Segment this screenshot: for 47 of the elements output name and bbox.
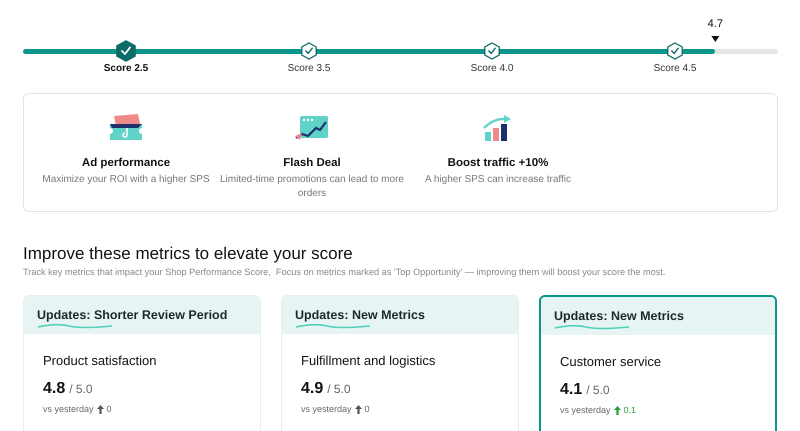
current-score: 4.7 <box>708 18 723 30</box>
squiggle-underline-icon <box>37 323 113 329</box>
metric-score: 4.1 <box>560 381 582 399</box>
metric-name: Fulfillment and logistics <box>301 353 436 368</box>
milestone-label: Score 4.5 <box>654 63 696 74</box>
metric-card[interactable]: Updates: New Metrics Customer service 4.1 / 5.0 vs yesterday 0.1 <box>539 295 777 431</box>
metric-score: 4.9 <box>301 380 324 398</box>
up-arrow-icon <box>354 404 362 414</box>
pointer-icon <box>711 36 720 42</box>
benefit-description: Limited-time promotions can lead to more orders <box>219 173 405 200</box>
score-max: / 5.0 <box>69 382 93 396</box>
milestone-label: Score 4.0 <box>470 63 514 74</box>
benefit-title: Flash Deal <box>283 157 341 169</box>
metric-card[interactable]: Updates: Shorter Review Period Product satisfaction 4.8 / 5.0 vs yesterday 0 <box>23 295 261 431</box>
update-title: Updates: New Metrics <box>554 309 685 323</box>
section-subtitle: Track key metrics that impact your Shop Performance Score, Focus on metrics marked as 'Top Opportunity' — improving them will boost your score the most. <box>23 267 666 277</box>
metric-card[interactable]: Updates: New Metrics Fulfillment and logistics 4.9 / 5.0 vs yesterday 0 <box>281 295 519 431</box>
score-max: / 5.0 <box>586 383 610 397</box>
chart-window-icon <box>294 114 330 142</box>
benefit-description: A higher SPS can increase traffic <box>424 173 571 186</box>
comparison-label: vs yesterday <box>43 404 94 414</box>
change-value: 0 <box>106 404 112 414</box>
ticket-icon <box>108 114 144 142</box>
check-badge-icon[interactable] <box>301 42 317 60</box>
benefit-title: Ad performance <box>82 157 170 169</box>
score-max: / 5.0 <box>327 382 351 396</box>
change-value: 0 <box>364 404 370 414</box>
metric-name: Customer service <box>560 354 662 369</box>
up-arrow-icon <box>96 404 104 414</box>
milestone-label: Score 2.5 <box>104 63 148 74</box>
metric-name: Product satisfaction <box>43 353 158 368</box>
check-badge-icon[interactable] <box>667 42 683 60</box>
benefit-description: Maximize your ROI with a higher SPS <box>42 173 210 186</box>
check-badge-icon[interactable] <box>116 40 136 62</box>
up-arrow-icon <box>614 406 621 414</box>
metric-score: 4.8 <box>43 380 66 398</box>
squiggle-underline-icon <box>554 324 630 330</box>
change-value: 0.1 <box>624 405 636 415</box>
section-title: Improve these metrics to elevate your score <box>23 244 354 264</box>
milestone-label: Score 3.5 <box>288 63 330 74</box>
update-title: Updates: New Metrics <box>295 308 426 322</box>
benefit-title: Boost traffic +10% <box>448 157 548 169</box>
comparison-label: vs yesterday <box>560 405 611 415</box>
check-badge-icon[interactable] <box>484 42 500 60</box>
update-title: Updates: Shorter Review Period <box>37 308 228 322</box>
comparison-label: vs yesterday <box>301 404 352 414</box>
squiggle-underline-icon <box>295 323 371 329</box>
